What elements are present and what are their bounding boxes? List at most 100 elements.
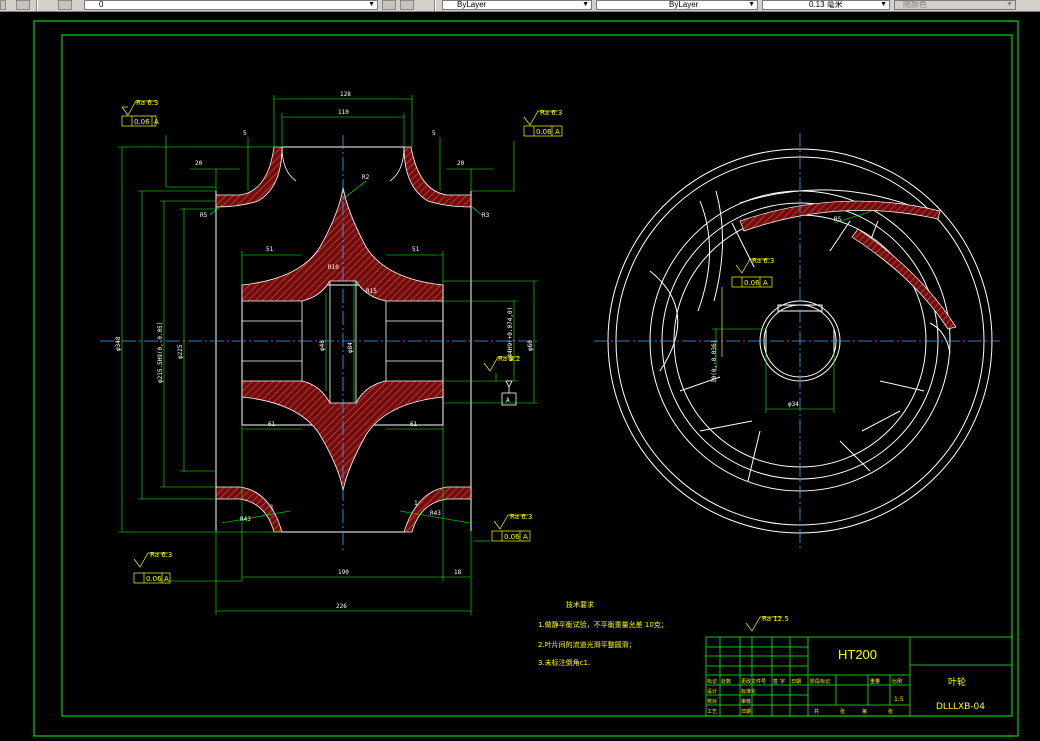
layer-manager-button[interactable] [16,0,30,10]
tb-sheet-1: 张 [840,708,845,715]
tol-br-datum: A [523,533,528,541]
tol-front-datum: A [763,279,768,287]
notes-line-2: 2.叶片间的流道光滑平整圆滑； [538,640,636,649]
tb-sheet-0: 共 [814,708,819,715]
layer-combo-value: 0 [99,0,104,9]
plotstyle-combo-value: 随颜色 [903,0,927,9]
roughness-bl: Ra 6.3 [150,551,172,559]
title-drawing-no: DLLLXB-04 [936,702,985,712]
tol-bl-datum: A [164,575,169,583]
linetype-combo[interactable]: ByLayer ▼ [596,0,758,10]
dim-1-right: 1 [414,500,418,507]
tolerance-annotations [121,100,782,632]
dim-r43-left: R43 [240,516,251,523]
front-dim-keyway: 10(0,-0.036) [711,340,718,383]
tol-br-value: 0.06 [504,533,520,541]
roughness-mid: Ra 3.2 [498,355,520,363]
front-dim-phi-hub: φ34 [788,401,799,408]
toolbar-separator [434,0,436,11]
dim-phi-60: φ60 [527,340,534,351]
lineweight-combo-value: 0.13 毫米 [809,0,843,9]
roughness-br: Ra 6.3 [510,513,532,521]
tol-bl-value: 0.06 [146,575,162,583]
title-material: HT200 [838,647,877,662]
dim-right-5: 5 [432,130,436,137]
chevron-down-icon: ▼ [368,1,375,8]
color-combo[interactable]: ByLayer ▼ [442,0,592,10]
dim-bottom-226: 226 [336,603,347,610]
dim-bottom-190: 190 [338,569,349,576]
front-dim-r5: R5 [834,216,842,223]
layer-combo[interactable]: 0 ▼ [84,0,378,10]
front-view: R5 φ34 10(0,-0.036) [594,133,1000,551]
dim-r15: R15 [366,288,377,295]
dim-top-outer: 128 [340,91,351,98]
notes-line-1: 1.做静平衡试验，不平衡重量允差 10克； [538,620,668,629]
tb-col-label-1: 重量 [870,678,880,685]
tb-row-d-0: 工艺 [707,709,717,715]
make-current-button[interactable] [382,0,396,10]
dim-phi-5: φ48 [319,340,326,351]
tb-sheet-2: 第 [862,708,867,715]
outer-border [33,20,1019,737]
dim-r10: R10 [328,264,339,271]
dim-left-51: 51 [266,246,274,253]
tb-sheet-3: 张 [888,708,893,715]
hatched-hub-bottom [241,380,444,492]
hatched-hub-top [241,186,444,302]
tb-row-b-2: 标准化 [741,688,756,695]
title-part-name: 叶轮 [948,676,966,688]
lineweight-combo[interactable]: 0.13 毫米 ▼ [762,0,890,10]
dim-top-inner: 110 [338,109,349,116]
dim-r43-right: R43 [430,510,441,517]
tb-row-c-2: 审核 [741,698,751,705]
tol-front-value: 0.06 [744,279,760,287]
dim-right-51: 51 [412,246,420,253]
tb-row-a-0: 标记 [707,678,717,685]
tb-row-a-4: 字 [780,678,785,685]
title-block: HT200 叶轮 DLLLXB-04 1:5 标记 处数 更改文件号 签 字 日… [705,636,1013,717]
tb-row-c-0: 校对 [707,698,717,705]
dim-r3: R3 [482,212,490,219]
linetype-combo-value: ByLayer [669,0,699,9]
drawing-canvas[interactable]: 128 110 20 20 5 5 51 51 61 61 R2 R5 R3 R… [0,11,1040,741]
tol-tr-value: 0.06 [536,128,552,136]
tb-row-a-2: 更改文件号 [741,678,766,685]
tb-col-label-0: 阶段标记 [810,678,830,685]
layer-states-button[interactable] [58,0,72,10]
dim-left-20: 20 [195,160,203,167]
dim-bottom-18: 18 [454,569,462,576]
notes-line-3: 3.未标注倒角c1. [538,658,590,667]
dim-left-61: 61 [268,421,276,428]
dim-phi-3: φ225 [177,344,184,359]
dim-1-left: 1 [270,504,274,511]
roughness-front: Ra 6.3 [752,257,774,265]
tol-tr-datum: A [555,128,560,136]
datum-triangle [505,380,513,388]
toolbar-separator [36,0,38,11]
dim-left-5: 5 [243,130,247,137]
toolbar-button-grip[interactable] [0,0,6,10]
hatched-corner-top-right [403,146,472,208]
tol-tl-value: 0.06 [134,118,150,126]
dim-phi-key: φ44H9(+0.074,0) [507,307,514,361]
dim-r2: R2 [362,174,370,181]
dim-r5: R5 [200,212,208,219]
chevron-down-icon: ▼ [880,1,887,8]
roughness-titleblock: Ra 12.5 [762,615,789,623]
dim-phi-2: φ215.5H9(0,-0.05) [157,322,164,383]
tb-row-d-2: 日期 [741,709,751,715]
dim-right-20: 20 [457,160,465,167]
section-view: 128 110 20 20 5 5 51 51 61 61 R2 R5 R3 R… [100,91,540,615]
dim-right-61: 61 [410,421,418,428]
chevron-down-icon: ▼ [582,1,589,8]
dim-phi-4: φ84 [347,342,354,353]
tb-col-label-2: 比例 [892,678,902,685]
tb-row-a-3: 签 [773,678,778,685]
layer-previous-button[interactable] [400,0,414,10]
notes-title: 技术要求 [566,600,594,609]
tol-tl-datum: A [154,118,159,126]
dim-phi-outer: φ348 [115,336,122,351]
hatched-corner-top-left [215,146,283,208]
title-scale: 1:5 [894,696,904,703]
